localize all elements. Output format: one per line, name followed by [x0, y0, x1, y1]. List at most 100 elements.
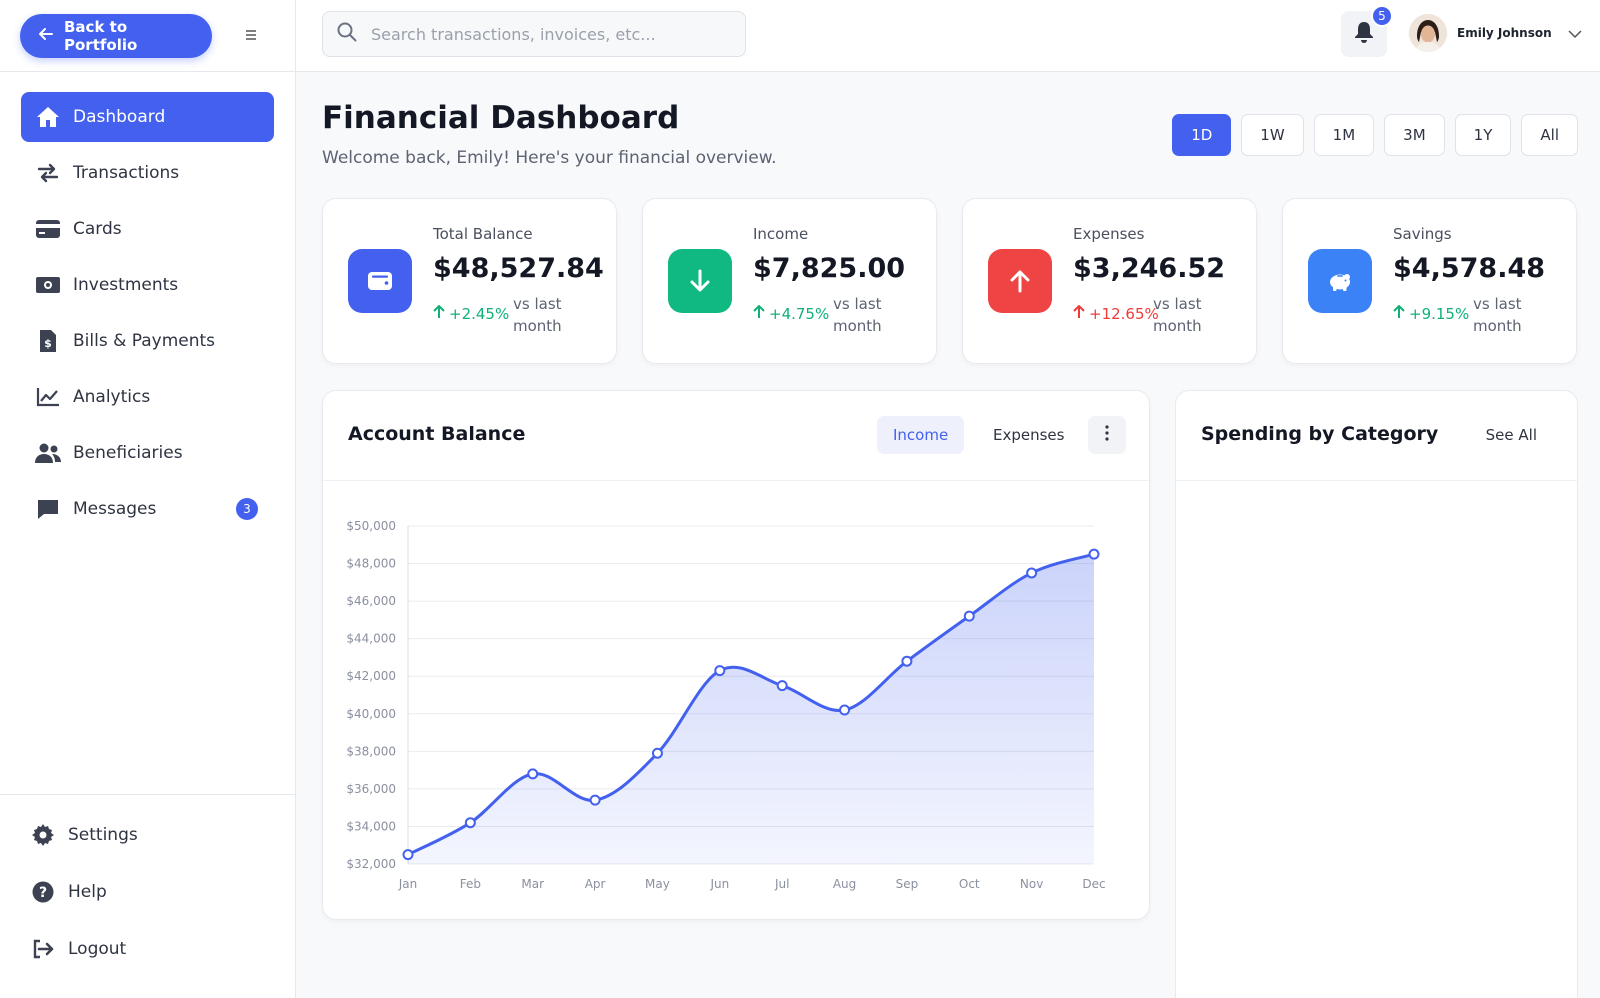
stat-value: $4,578.48 — [1393, 253, 1546, 284]
arrow-up-icon — [988, 249, 1052, 313]
see-all-link[interactable]: See All — [1486, 426, 1537, 444]
time-range-selector: 1D 1W 1M 3M 1Y All — [1172, 114, 1578, 156]
sidebar-item-help[interactable]: ? Help — [20, 866, 275, 918]
x-tick-label: Jan — [398, 877, 418, 891]
data-point — [963, 610, 975, 622]
menu-toggle-icon[interactable] — [241, 26, 261, 45]
tab-income[interactable]: Income — [877, 416, 965, 454]
messages-badge: 3 — [236, 498, 258, 520]
home-icon — [35, 104, 61, 130]
stat-cards: Total Balance $48,527.84 +2.45% vs last … — [322, 198, 1578, 364]
bell-icon — [1354, 21, 1374, 47]
avatar — [1409, 14, 1447, 52]
gear-icon — [30, 822, 56, 848]
invoice-icon: $ — [35, 328, 61, 354]
y-tick-label: $34,000 — [346, 819, 396, 833]
range-1m-button[interactable]: 1M — [1313, 114, 1375, 156]
range-1w-button[interactable]: 1W — [1241, 114, 1304, 156]
help-icon: ? — [30, 879, 56, 905]
stat-card-income[interactable]: Income $7,825.00 +4.75% vs last month — [642, 198, 937, 364]
sidebar-item-label: Cards — [73, 219, 122, 239]
stat-compare: vs last month — [1153, 295, 1202, 335]
search-icon — [337, 22, 357, 46]
stat-change-value: +12.65% — [1089, 305, 1159, 323]
y-tick-label: $40,000 — [346, 707, 396, 721]
search-box[interactable] — [322, 11, 746, 57]
sidebar-item-label: Transactions — [73, 163, 180, 183]
users-icon — [35, 440, 61, 466]
sidebar-item-settings[interactable]: Settings — [20, 809, 275, 861]
stat-change: +12.65% — [1073, 304, 1159, 323]
data-point — [1026, 567, 1038, 579]
spending-title: Spending by Category — [1201, 423, 1439, 445]
y-tick-label: $46,000 — [346, 594, 396, 608]
piggy-bank-icon — [1308, 249, 1372, 313]
account-balance-panel: Account Balance Income Expenses $32,000 $… — [322, 390, 1150, 920]
x-tick-label: May — [645, 877, 670, 891]
notifications-badge: 5 — [1371, 5, 1393, 27]
stat-compare: vs last month — [1473, 295, 1522, 335]
data-point — [589, 794, 601, 806]
sidebar-item-investments[interactable]: Investments — [21, 260, 274, 310]
stat-change: +4.75% — [753, 304, 830, 323]
stat-label: Income — [753, 225, 809, 243]
stat-card-total-balance[interactable]: Total Balance $48,527.84 +2.45% vs last … — [322, 198, 617, 364]
sidebar-item-bills[interactable]: $ Bills & Payments — [21, 316, 274, 366]
user-name: Emily Johnson — [1457, 26, 1552, 40]
account-balance-title: Account Balance — [348, 423, 526, 445]
stat-label: Total Balance — [433, 225, 533, 243]
sidebar-item-label: Dashboard — [73, 107, 166, 127]
sidebar-item-transactions[interactable]: Transactions — [21, 148, 274, 198]
data-point — [901, 655, 913, 667]
sidebar-item-messages[interactable]: Messages 3 — [21, 484, 274, 534]
sidebar-item-beneficiaries[interactable]: Beneficiaries — [21, 428, 274, 478]
sidebar-item-label: Settings — [68, 825, 138, 845]
data-point — [464, 817, 476, 829]
more-options-button[interactable] — [1088, 416, 1126, 454]
stat-compare: vs last month — [513, 295, 562, 335]
x-tick-label: Jul — [774, 877, 789, 891]
sidebar-item-cards[interactable]: Cards — [21, 204, 274, 254]
y-tick-label: $50,000 — [346, 519, 396, 533]
arrow-down-icon — [668, 249, 732, 313]
range-all-button[interactable]: All — [1521, 114, 1578, 156]
account-balance-header: Account Balance Income Expenses — [323, 391, 1149, 481]
sidebar-item-dashboard[interactable]: Dashboard — [21, 92, 274, 142]
user-menu[interactable]: Emily Johnson — [1409, 14, 1582, 52]
chevron-down-icon — [1568, 24, 1582, 43]
sidebar-header: Back to Portfolio — [0, 0, 295, 72]
range-1d-button[interactable]: 1D — [1172, 114, 1232, 156]
data-point — [839, 704, 851, 716]
range-1y-button[interactable]: 1Y — [1454, 114, 1512, 156]
range-3m-button[interactable]: 3M — [1384, 114, 1445, 156]
y-tick-label: $32,000 — [346, 857, 396, 871]
notifications-button[interactable]: 5 — [1341, 5, 1393, 57]
wallet-icon — [348, 249, 412, 313]
arrow-up-icon — [433, 304, 445, 323]
sidebar-nav: Dashboard Transactions Cards Investments… — [0, 72, 295, 560]
data-point — [651, 747, 663, 759]
stat-value: $3,246.52 — [1073, 253, 1226, 284]
back-to-portfolio-button[interactable]: Back to Portfolio — [20, 13, 212, 58]
search-input[interactable] — [371, 24, 711, 44]
y-tick-label: $44,000 — [346, 632, 396, 646]
stat-change-value: +4.75% — [769, 305, 830, 323]
stat-card-savings[interactable]: Savings $4,578.48 +9.15% vs last month — [1282, 198, 1577, 364]
x-tick-label: Mar — [521, 877, 544, 891]
stat-change-value: +2.45% — [449, 305, 510, 323]
sidebar-item-logout[interactable]: Logout — [20, 923, 275, 975]
stat-card-expenses[interactable]: Expenses $3,246.52 +12.65% vs last month — [962, 198, 1257, 364]
x-tick-label: Sep — [896, 877, 919, 891]
stat-value: $7,825.00 — [753, 253, 906, 284]
stat-change-value: +9.15% — [1409, 305, 1470, 323]
y-tick-label: $42,000 — [346, 669, 396, 683]
stat-label: Expenses — [1073, 225, 1145, 243]
tab-expenses[interactable]: Expenses — [977, 416, 1080, 454]
message-icon — [35, 496, 61, 522]
arrow-up-icon — [1073, 304, 1085, 323]
sidebar: Back to Portfolio Dashboard Transactions… — [0, 0, 296, 998]
credit-card-icon — [35, 216, 61, 242]
data-point — [776, 680, 788, 692]
sidebar-item-label: Logout — [68, 939, 127, 959]
sidebar-item-analytics[interactable]: Analytics — [21, 372, 274, 422]
